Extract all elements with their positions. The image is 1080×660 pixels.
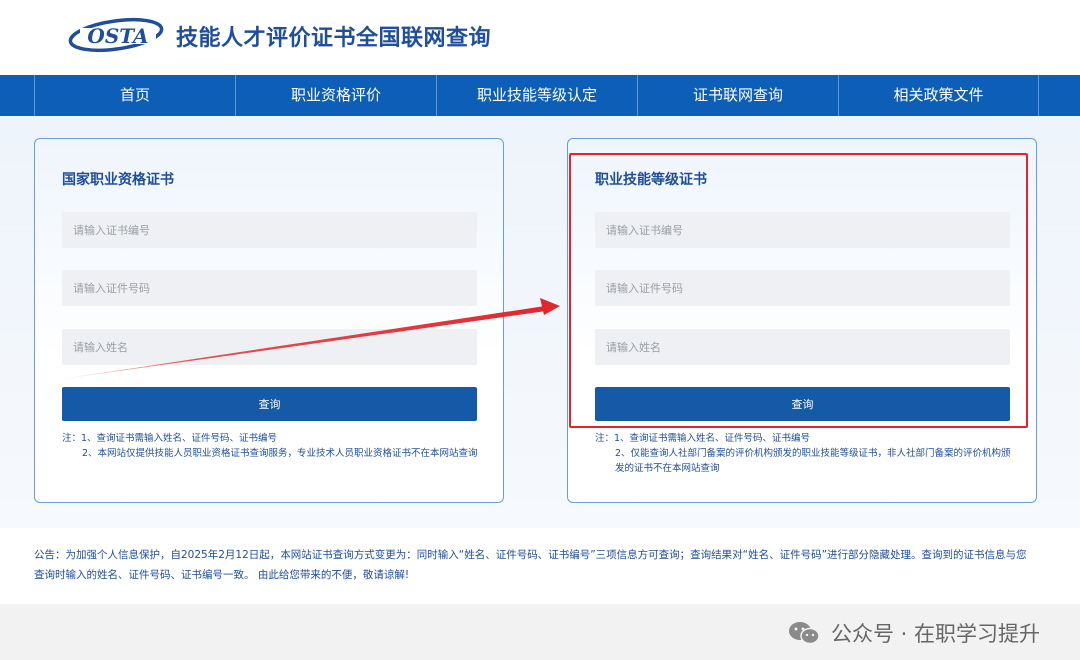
site-title: 技能人才评价证书全国联网查询 — [176, 26, 492, 51]
note-line-2: 2、本网站仅提供技能人员职业资格证书查询服务，专业技术人员职业资格证书不在本网站… — [82, 448, 478, 459]
skill-level-cert-card: 职业技能等级证书 查询 注：1、查询证书需输入姓名、证件号码、证书编号 2、仅能… — [567, 138, 1037, 503]
name-input[interactable] — [595, 329, 1010, 365]
notice-text: 公告：为加强个人信息保护，自2025年2月12日起，本网站证书查询方式变更为：同… — [34, 549, 1027, 581]
query-button[interactable]: 查询 — [595, 387, 1010, 421]
note-line-1: 注：1、查询证书需输入姓名、证件号码、证书编号 — [62, 433, 278, 444]
nav-item-policy-documents[interactable]: 相关政策文件 — [838, 75, 1039, 116]
note-line-2: 2、仅能查询人社部门备案的评价机构颁发的职业技能等级证书，非人社部门备案的评价机… — [615, 448, 1011, 474]
id-number-input[interactable] — [595, 270, 1010, 306]
cert-number-input[interactable] — [62, 212, 477, 248]
osta-logo-icon[interactable]: OSTA — [68, 16, 166, 56]
card-title: 国家职业资格证书 — [62, 172, 174, 188]
card-title: 职业技能等级证书 — [595, 172, 707, 188]
query-button[interactable]: 查询 — [62, 387, 477, 421]
nav-item-certificate-query[interactable]: 证书联网查询 — [637, 75, 838, 116]
nav-item-home[interactable]: 首页 — [34, 75, 235, 116]
logo-text: OSTA — [87, 24, 148, 48]
card-note: 注：1、查询证书需输入姓名、证件号码、证书编号 2、本网站仅提供技能人员职业资格… — [62, 431, 482, 461]
name-input[interactable] — [62, 329, 477, 365]
id-number-input[interactable] — [62, 270, 477, 306]
footer: 公众号 · 在职学习提升 — [0, 604, 1080, 660]
watermark: 公众号 · 在职学习提升 — [787, 618, 1040, 648]
watermark-text: 公众号 · 在职学习提升 — [830, 622, 1040, 646]
note-line-1: 注：1、查询证书需输入姓名、证件号码、证书编号 — [595, 433, 811, 444]
cert-number-input[interactable] — [595, 212, 1010, 248]
main-nav: 首页 职业资格评价 职业技能等级认定 证书联网查询 相关政策文件 — [0, 75, 1080, 116]
qualification-cert-card: 国家职业资格证书 查询 注：1、查询证书需输入姓名、证件号码、证书编号 2、本网… — [34, 138, 504, 503]
wechat-icon — [788, 622, 820, 645]
main-content: 国家职业资格证书 查询 注：1、查询证书需输入姓名、证件号码、证书编号 2、本网… — [0, 116, 1080, 528]
card-note: 注：1、查询证书需输入姓名、证件号码、证书编号 2、仅能查询人社部门备案的评价机… — [595, 431, 1015, 476]
header: OSTA 技能人才评价证书全国联网查询 — [0, 0, 1080, 75]
nav-item-qualification-evaluation[interactable]: 职业资格评价 — [235, 75, 436, 116]
nav-item-skill-level-certification[interactable]: 职业技能等级认定 — [436, 75, 637, 116]
